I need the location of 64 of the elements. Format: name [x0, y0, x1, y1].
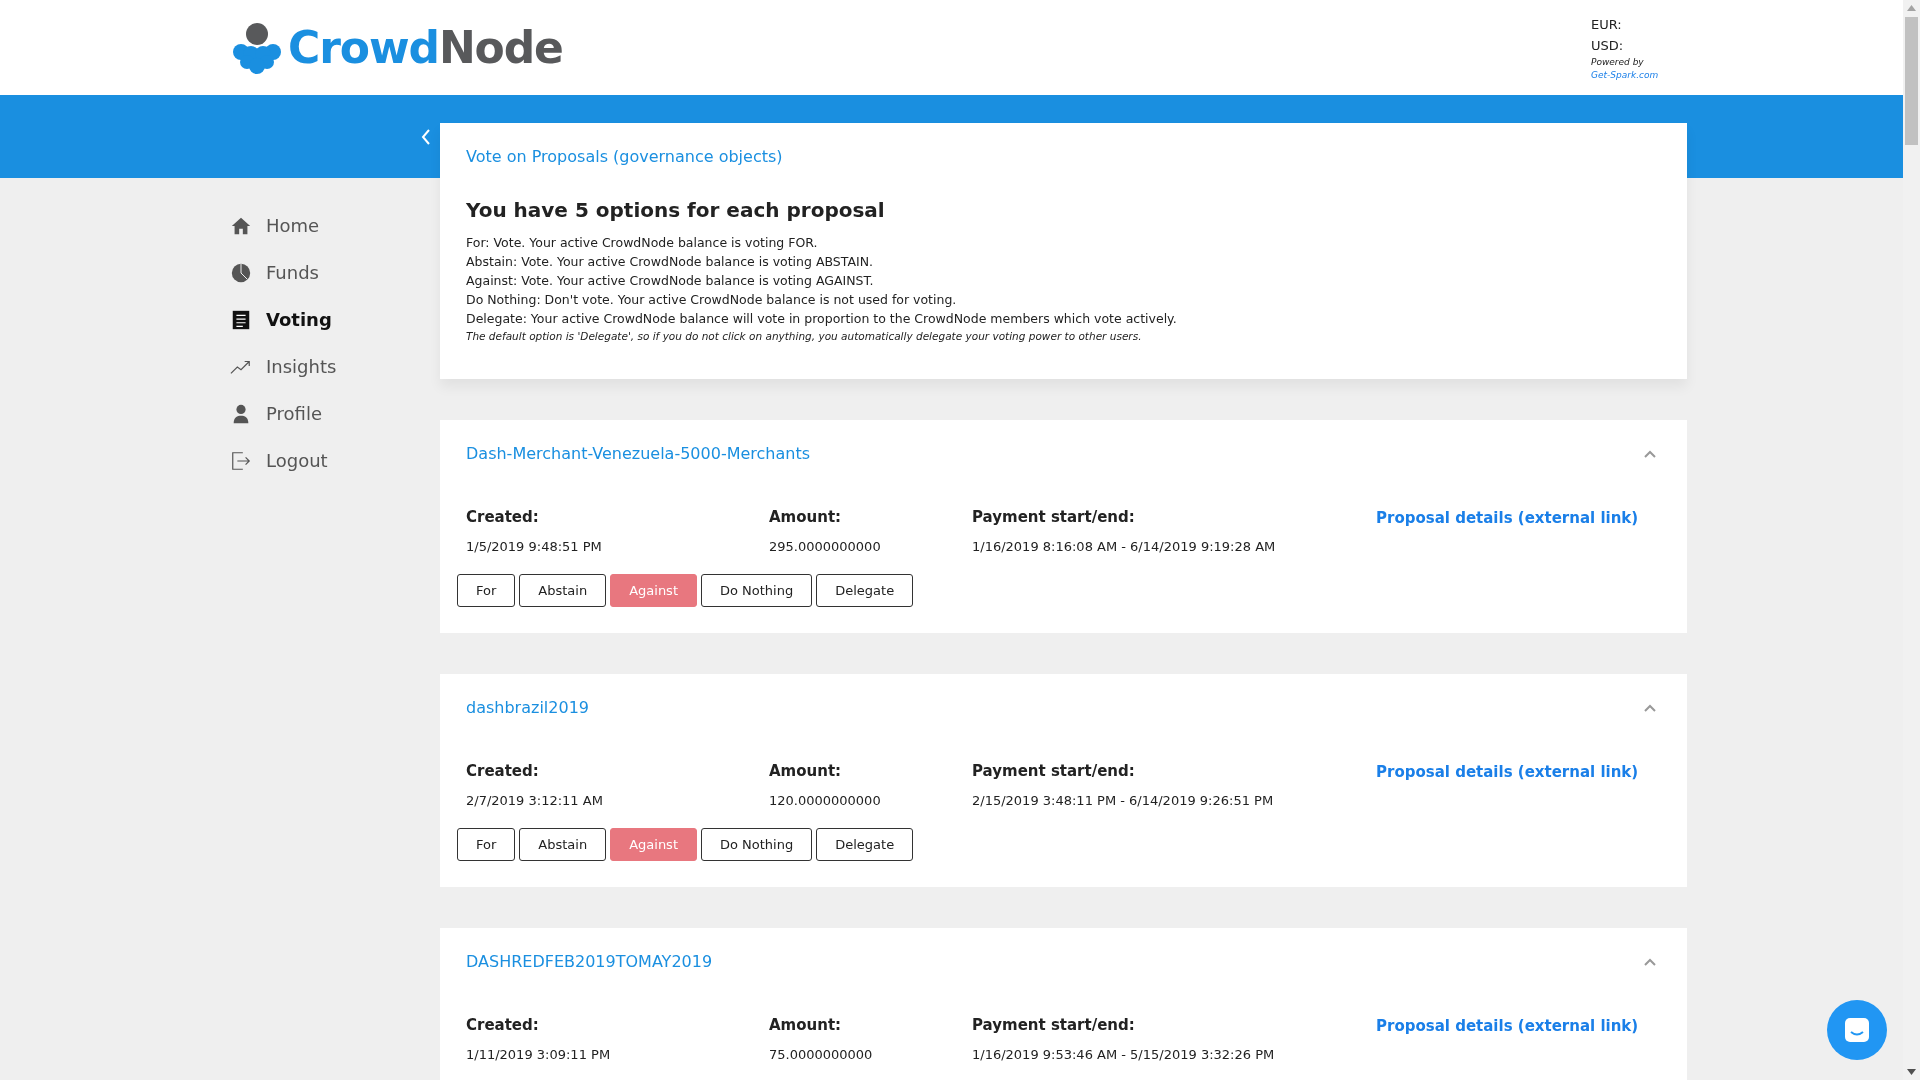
created-label: Created:: [466, 507, 540, 528]
pie-chart-icon: [230, 261, 252, 284]
proposal-name[interactable]: dashbrazil2019: [466, 696, 589, 720]
chat-icon: [1843, 1016, 1871, 1044]
sidebar-nav-item[interactable]: Profile: [230, 390, 440, 437]
option-description: Do Nothing: Don't vote. Your active CrowdNode balance is not used for voting.: [466, 291, 958, 309]
payment-label: Payment start/end:: [972, 1015, 1136, 1036]
payment-label: Payment start/end:: [972, 761, 1136, 782]
usd-price-label: USD:: [1591, 36, 1625, 55]
payment-value: 1/16/2019 9:53:46 AM - 5/15/2019 3:32:26 PM: [972, 1045, 1276, 1064]
payment-value: 2/15/2019 3:48:11 PM - 6/14/2019 9:26:51 PM: [972, 791, 1275, 810]
proposal-details-link[interactable]: Proposal details (external link): [1376, 509, 1639, 527]
amount-label: Amount:: [769, 1015, 843, 1036]
amount-value: 75.0000000000: [769, 1045, 874, 1064]
logout-icon: [230, 449, 252, 472]
proposal-details-link[interactable]: Proposal details (external link): [1376, 763, 1639, 781]
vote-option-button[interactable]: Abstain: [519, 574, 607, 607]
default-option-note: The default option is 'Delegate', so if you do not click on anything, you automatically delegate your voting power to other users.: [466, 329, 1143, 344]
proposal-name[interactable]: DASHREDFEB2019TOMAY2019: [466, 950, 713, 974]
scroll-down-arrow-icon[interactable]: [1907, 1069, 1916, 1075]
vote-option-button[interactable]: Delegate: [816, 828, 914, 861]
sidebar-nav-item[interactable]: Insights: [230, 343, 440, 390]
sidebar-nav-item[interactable]: Voting: [230, 296, 440, 343]
document-icon: [230, 308, 252, 331]
vote-option-button[interactable]: Abstain: [519, 828, 607, 861]
amount-value: 295.0000000000: [769, 537, 882, 556]
amount-value: 120.0000000000: [769, 791, 882, 810]
payment-value: 1/16/2019 8:16:08 AM - 6/14/2019 9:19:28 AM: [972, 537, 1277, 556]
created-value: 1/11/2019 3:09:11 PM: [466, 1045, 612, 1064]
vote-option-button[interactable]: For: [457, 574, 516, 607]
sidebar-nav-item[interactable]: Home: [230, 202, 440, 249]
vote-option-button[interactable]: Do Nothing: [701, 828, 813, 861]
vote-option-button[interactable]: Delegate: [816, 574, 914, 607]
logo-icon: [232, 20, 282, 75]
get-spark-link[interactable]: Get-Spark.com: [1591, 68, 1671, 82]
powered-by-label: Powered by: [1591, 55, 1645, 69]
payment-label: Payment start/end:: [972, 507, 1136, 528]
collapse-caret-icon[interactable]: [1643, 703, 1657, 713]
option-description: Delegate: Your active CrowdNode balance will vote in proportion to the CrowdNode members which vote actively.: [466, 310, 1178, 328]
option-description: For: Vote. Your active CrowdNode balance is voting FOR.: [466, 234, 819, 252]
scroll-up-arrow-icon[interactable]: [1907, 5, 1916, 11]
sidebar-nav-item[interactable]: Logout: [230, 437, 440, 484]
proposal-name[interactable]: Dash-Merchant-Venezuela-5000-Merchants: [466, 442, 811, 466]
amount-label: Amount:: [769, 507, 843, 528]
amount-label: Amount:: [769, 761, 843, 782]
option-description: Against: Vote. Your active CrowdNode balance is voting AGAINST.: [466, 272, 875, 290]
proposal-details-link[interactable]: Proposal details (external link): [1376, 1017, 1639, 1035]
created-value: 2/7/2019 3:12:11 AM: [466, 791, 604, 810]
sidebar-nav-item[interactable]: Funds: [230, 249, 440, 296]
scrollbar-thumb[interactable]: [1905, 17, 1918, 145]
vote-option-button[interactable]: Do Nothing: [701, 574, 813, 607]
chat-launcher-button[interactable]: [1827, 1000, 1887, 1060]
vote-option-button[interactable]: For: [457, 828, 516, 861]
info-heading: You have 5 options for each proposal: [466, 197, 886, 224]
option-description: Abstain: Vote. Your active CrowdNode balance is voting ABSTAIN.: [466, 253, 874, 271]
eur-price-label: EUR:: [1591, 15, 1623, 34]
collapse-caret-icon[interactable]: [1643, 957, 1657, 967]
created-label: Created:: [466, 761, 540, 782]
created-label: Created:: [466, 1015, 540, 1036]
created-value: 1/5/2019 9:48:51 PM: [466, 537, 603, 556]
collapse-caret-icon[interactable]: [1643, 449, 1657, 459]
logo-wordmark: CrowdNode: [288, 25, 563, 70]
collapse-chevron-icon[interactable]: [420, 127, 432, 146]
card-title: Vote on Proposals (governance objects): [466, 146, 784, 168]
